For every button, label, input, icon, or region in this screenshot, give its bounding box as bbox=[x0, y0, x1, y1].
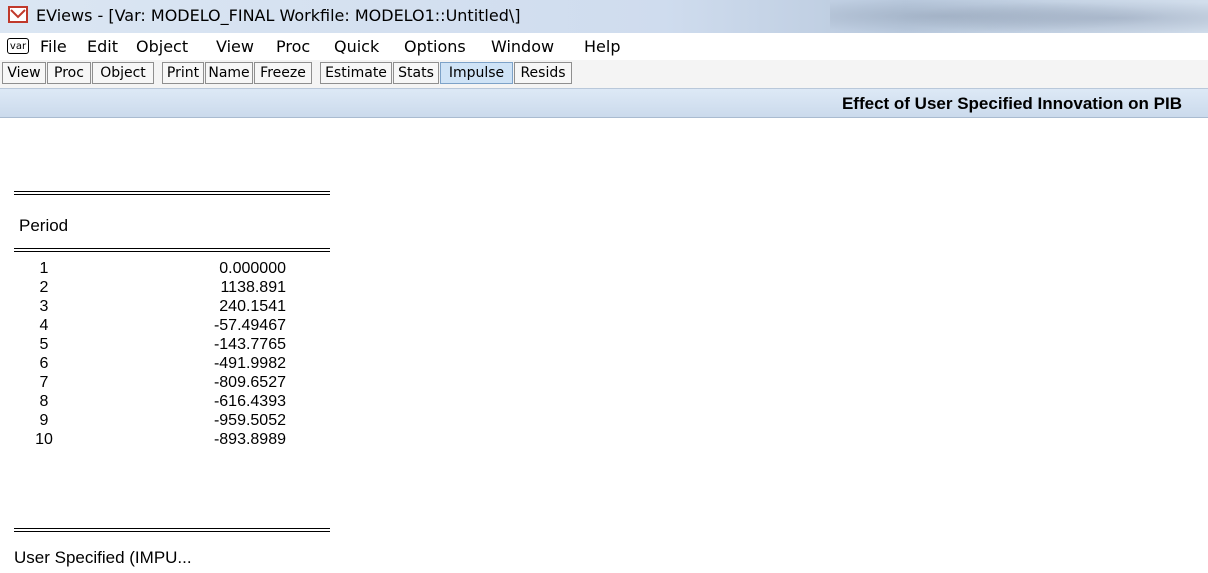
table-top-rule bbox=[14, 191, 330, 195]
period-cell: 1 bbox=[39, 260, 49, 277]
period-cell: 10 bbox=[35, 431, 53, 448]
menu-file[interactable]: File bbox=[40, 37, 67, 56]
table-footer-note: User Specified (IMPU... bbox=[14, 548, 192, 567]
value-cell: -57.49467 bbox=[213, 317, 286, 334]
table-row: 4 -57.49467 bbox=[0, 317, 330, 336]
menu-help[interactable]: Help bbox=[584, 37, 620, 56]
toolbar-print-button[interactable]: Print bbox=[162, 62, 204, 84]
table-row: 8 -616.4393 bbox=[0, 393, 330, 412]
window-title: EViews - [Var: MODELO_FINAL Workfile: MO… bbox=[36, 6, 521, 25]
output-header: Effect of User Specified Innovation on P… bbox=[0, 88, 1208, 118]
table-row: 7 -809.6527 bbox=[0, 374, 330, 393]
value-cell: -491.9982 bbox=[213, 355, 286, 372]
toolbar-proc-button[interactable]: Proc bbox=[47, 62, 91, 84]
toolbar-impulse-button[interactable]: Impulse bbox=[440, 62, 513, 84]
value-cell: -893.8989 bbox=[213, 431, 286, 448]
title-bar-background-decoration bbox=[830, 0, 1208, 33]
menu-view[interactable]: View bbox=[216, 37, 254, 56]
value-cell: -959.5052 bbox=[213, 412, 286, 429]
period-cell: 3 bbox=[39, 298, 49, 315]
toolbar-stats-button[interactable]: Stats bbox=[393, 62, 439, 84]
toolbar-view-button[interactable]: View bbox=[2, 62, 46, 84]
period-cell: 7 bbox=[39, 374, 49, 391]
period-cell: 9 bbox=[39, 412, 49, 429]
menu-object[interactable]: Object bbox=[136, 37, 188, 56]
value-cell: -809.6527 bbox=[213, 374, 286, 391]
value-cell: 0.000000 bbox=[219, 260, 286, 277]
value-cell: -616.4393 bbox=[213, 393, 286, 410]
table-row: 6 -491.9982 bbox=[0, 355, 330, 374]
toolbar-object-button[interactable]: Object bbox=[92, 62, 154, 84]
period-cell: 4 bbox=[39, 317, 49, 334]
toolbar-estimate-button[interactable]: Estimate bbox=[320, 62, 392, 84]
value-cell: 1138.891 bbox=[220, 279, 286, 296]
period-column-header: Period bbox=[19, 216, 69, 235]
period-cell: 8 bbox=[39, 393, 49, 410]
period-cell: 2 bbox=[39, 279, 49, 296]
table-bottom-rule bbox=[14, 528, 330, 532]
menu-window[interactable]: Window bbox=[491, 37, 554, 56]
eviews-app-icon[interactable] bbox=[8, 6, 28, 23]
table-row: 3 240.1541 bbox=[0, 298, 330, 317]
output-title: Effect of User Specified Innovation on P… bbox=[841, 94, 1182, 113]
menu-options[interactable]: Options bbox=[404, 37, 466, 56]
table-row: 10 -893.8989 bbox=[0, 431, 330, 450]
toolbar-resids-button[interactable]: Resids bbox=[514, 62, 572, 84]
var-object-icon[interactable]: var bbox=[7, 38, 29, 54]
value-cell: 240.1541 bbox=[219, 298, 286, 315]
menu-quick[interactable]: Quick bbox=[334, 37, 379, 56]
table-row: 1 0.000000 bbox=[0, 260, 330, 279]
table-header-rule bbox=[14, 248, 330, 252]
menu-bar: var File Edit Object View Proc Quick Opt… bbox=[0, 33, 1208, 61]
menu-edit[interactable]: Edit bbox=[87, 37, 118, 56]
object-toolbar: View Proc Object Print Name Freeze Estim… bbox=[0, 60, 1208, 88]
toolbar-freeze-button[interactable]: Freeze bbox=[254, 62, 312, 84]
menu-proc[interactable]: Proc bbox=[276, 37, 310, 56]
table-row: 5 -143.7765 bbox=[0, 336, 330, 355]
title-bar: EViews - [Var: MODELO_FINAL Workfile: MO… bbox=[0, 0, 1208, 33]
table-row: 2 1138.891 bbox=[0, 279, 330, 298]
table-row: 9 -959.5052 bbox=[0, 412, 330, 431]
period-cell: 6 bbox=[39, 355, 49, 372]
period-cell: 5 bbox=[39, 336, 49, 353]
toolbar-name-button[interactable]: Name bbox=[205, 62, 253, 84]
value-cell: -143.7765 bbox=[213, 336, 286, 353]
